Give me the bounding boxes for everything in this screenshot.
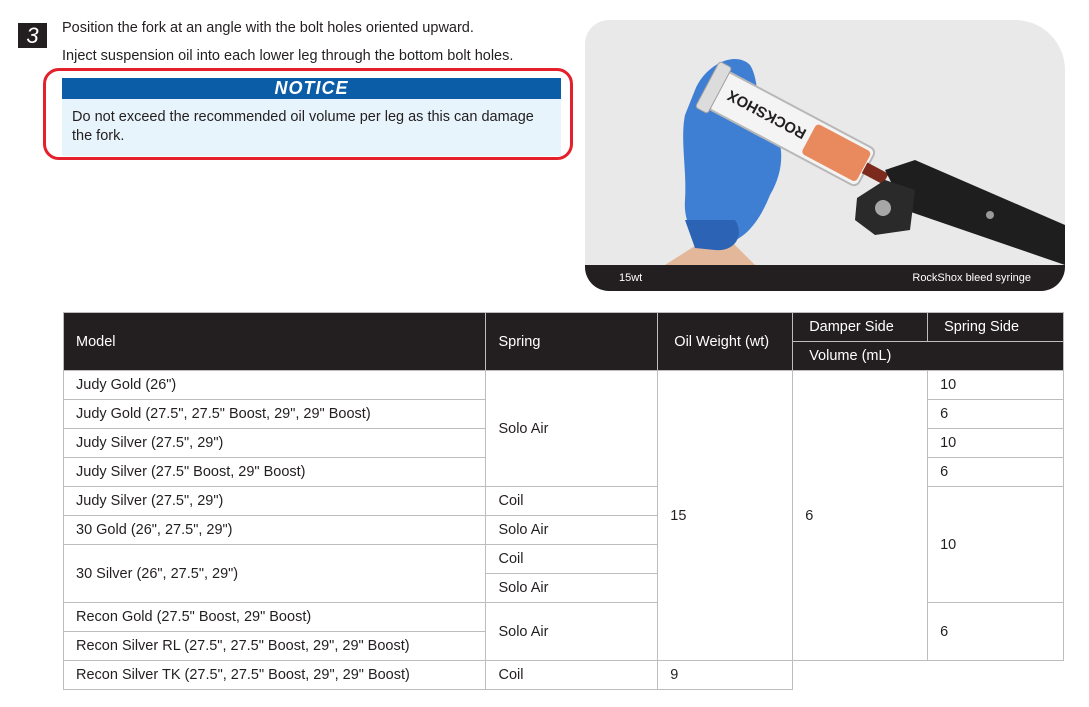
table-header-row: Model Spring Oil Weight (wt) Damper Side… <box>62 312 1064 371</box>
instruction-line-2: Inject suspension oil into each lower le… <box>62 48 514 64</box>
spring-cell: Coil <box>485 544 659 574</box>
oil-volume-table: Model Spring Oil Weight (wt) Damper Side… <box>62 312 1064 690</box>
syringe-photo: ROCKSHOX 15wt RockShox bleed syringe <box>585 20 1065 291</box>
header-model: Model <box>62 312 487 371</box>
spring-volume-cell: 10 <box>927 370 1064 400</box>
header-spring-side: Spring Side <box>927 312 1064 342</box>
spring-cell: Solo Air <box>485 573 659 603</box>
model-cell: Recon Silver RL (27.5", 27.5" Boost, 29"… <box>62 631 487 661</box>
notice-title: NOTICE <box>62 78 561 99</box>
spring-volume-cell: 6 <box>927 457 1064 487</box>
spring-cell: Coil <box>485 660 659 690</box>
caption-oil-weight: 15wt <box>619 272 643 284</box>
header-damper-side: Damper Side <box>792 312 929 342</box>
spring-cell: Solo Air <box>485 370 659 487</box>
bolt-hole <box>875 200 891 216</box>
model-cell: 30 Silver (26", 27.5", 29") <box>62 544 487 603</box>
spring-volume-cell: 9 <box>657 660 794 690</box>
notice-text: Do not exceed the recommended oil volume… <box>72 109 534 144</box>
spring-volume-cell: 6 <box>927 399 1064 429</box>
spring-cell: Solo Air <box>485 515 659 545</box>
damper-volume-cell: 6 <box>792 370 929 661</box>
spring-volume-cell: 6 <box>927 602 1064 661</box>
model-cell: Judy Gold (26") <box>62 370 487 400</box>
table-row: Judy Gold (26") Solo Air 15 6 10 <box>62 370 1064 661</box>
model-cell: Judy Silver (27.5" Boost, 29" Boost) <box>62 457 487 487</box>
table-row: Recon Silver TK (27.5", 27.5" Boost, 29"… <box>62 660 1064 690</box>
glove-shade <box>685 220 739 251</box>
fork-bolt <box>986 211 994 219</box>
instruction-line-1: Position the fork at an angle with the b… <box>62 20 474 36</box>
header-volume: Volume (mL) <box>792 341 1064 371</box>
spring-volume-cell: 10 <box>927 486 1064 603</box>
spring-cell: Coil <box>485 486 659 516</box>
model-cell: 30 Gold (26", 27.5", 29") <box>62 515 487 545</box>
model-cell: Recon Silver TK (27.5", 27.5" Boost, 29"… <box>62 660 487 690</box>
spring-cell: Solo Air <box>485 602 659 661</box>
photo-caption-bar: 15wt RockShox bleed syringe <box>585 265 1065 291</box>
caption-tool: RockShox bleed syringe <box>912 272 1031 284</box>
model-cell: Judy Silver (27.5", 29") <box>62 486 487 516</box>
syringe-illustration: ROCKSHOX <box>660 59 1065 291</box>
model-cell: Judy Silver (27.5", 29") <box>62 428 487 458</box>
oil-weight-cell: 15 <box>657 370 794 661</box>
model-cell: Judy Gold (27.5", 27.5" Boost, 29", 29" … <box>62 399 487 429</box>
spring-volume-cell: 10 <box>927 428 1064 458</box>
model-cell: Recon Gold (27.5" Boost, 29" Boost) <box>62 602 487 632</box>
header-oil-weight: Oil Weight (wt) <box>657 312 794 371</box>
step-number-badge: 3 <box>18 23 47 48</box>
notice-box: NOTICE Do not exceed the recommended oil… <box>62 78 561 156</box>
header-spring: Spring <box>485 312 659 371</box>
